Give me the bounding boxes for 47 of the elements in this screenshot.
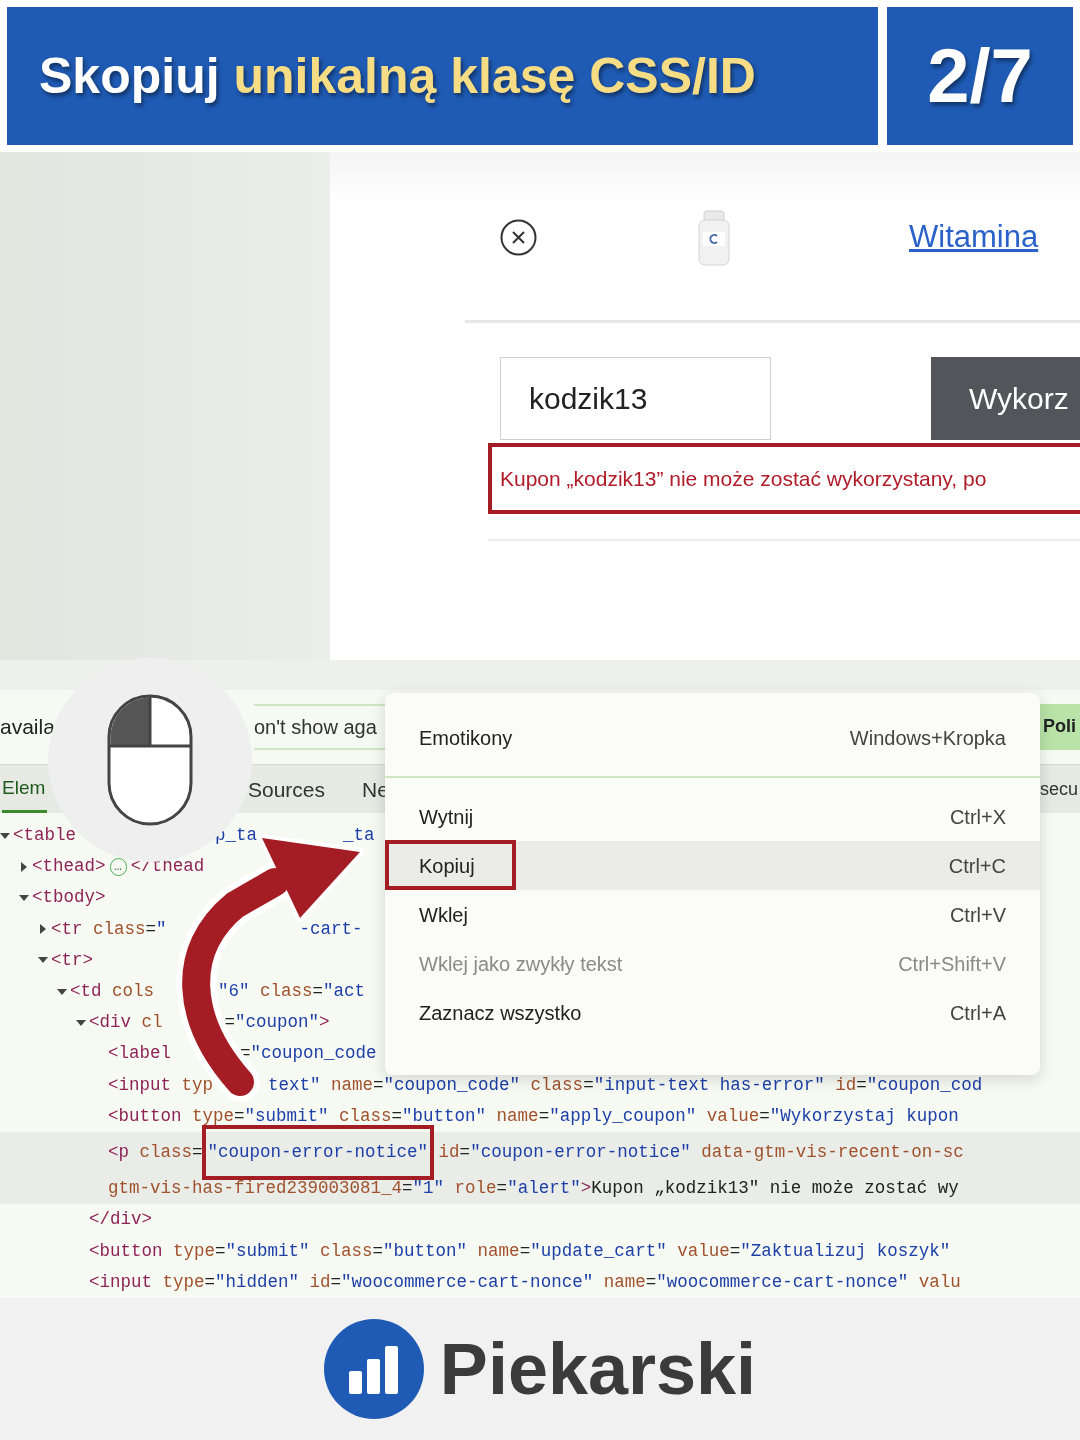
notice-link-button[interactable]: Poli [1040, 703, 1080, 750]
bottle-icon [697, 209, 731, 266]
apply-coupon-button[interactable]: Wykorz [931, 357, 1080, 440]
code-text: </div> [89, 1208, 152, 1232]
code-text: <input type="hidden" id="woocommerce-cart-nonce" name="woocommerce-cart-nonce" valu [89, 1270, 961, 1294]
remove-icon[interactable] [500, 219, 537, 256]
code-text: gtm-vis-has-fired239003081_4="1" role="alert">Kupon „kodzik13" nie może zostać wy [108, 1177, 959, 1201]
code-text: id="coupon-error-notice" data-gtm-vis-recent-on-sc [437, 1141, 964, 1164]
code-text: text" name="coupon_code" class="input-text has-error" id="coupon_cod [268, 1073, 983, 1097]
code-text: <tbody> [32, 886, 106, 910]
expanded-triangle-icon[interactable] [19, 892, 29, 903]
expanded-triangle-icon[interactable] [76, 1017, 86, 1028]
expanded-triangle-icon[interactable] [0, 830, 10, 841]
devtools-tab[interactable]: secu [1040, 766, 1080, 813]
slide-title: Skopiuj unikalną klasę CSS/ID [39, 46, 756, 106]
collapsed-triangle-icon[interactable] [19, 861, 29, 872]
code-text: _ta [343, 823, 375, 847]
collapsed-triangle-icon[interactable] [38, 924, 48, 935]
devtools-tab[interactable]: Sources [248, 766, 362, 813]
expanded-triangle-icon[interactable] [57, 986, 67, 997]
coupon-field[interactable]: kodzik13 [500, 357, 771, 440]
code-text: <table [13, 823, 76, 847]
menu-item[interactable]: Wklej Ctrl+V [385, 890, 1040, 939]
code-text: <tr class=" [51, 917, 167, 941]
menu-item[interactable]: Zaznacz wszystko Ctrl+A [385, 988, 1040, 1037]
code-text: <td cols [70, 979, 155, 1003]
mouse-icon [107, 694, 193, 826]
menu-item[interactable]: Emotikony Windows+Kropka [385, 713, 1040, 762]
notice-text: availa [0, 714, 56, 740]
menu-item[interactable]: Wytnij Ctrl+X [385, 792, 1040, 841]
code-text: ="coupon"> [224, 1011, 330, 1035]
devtools-tab[interactable]: Elem [2, 766, 47, 813]
code-text: <tr> [51, 948, 93, 972]
code-text: <label [108, 1042, 171, 1066]
logo-icon [323, 1319, 424, 1419]
code-text: <button type="submit" class="button" name="apply_coupon" value="Wykorzystaj kupon [108, 1104, 959, 1128]
code-text: "6" class="act [218, 979, 366, 1003]
brand-name: Piekarski [439, 1328, 757, 1411]
code-text: <p class= [108, 1141, 203, 1164]
code-text: <button type="submit" class="button" name="update_cart" value="Zaktualizuj koszyk" [89, 1239, 951, 1263]
slide-counter: 2/7 [927, 32, 1033, 120]
code-text: <div cl [89, 1011, 163, 1035]
code-text: -cart- [299, 917, 363, 941]
code-text: <input typ [108, 1073, 214, 1097]
code-text: "coupon-error-notice" [207, 1141, 429, 1164]
product-link[interactable]: Witamina [909, 214, 1039, 261]
error-message: Kupon „kodzik13” nie może zostać wykorzystany, po [500, 465, 987, 492]
